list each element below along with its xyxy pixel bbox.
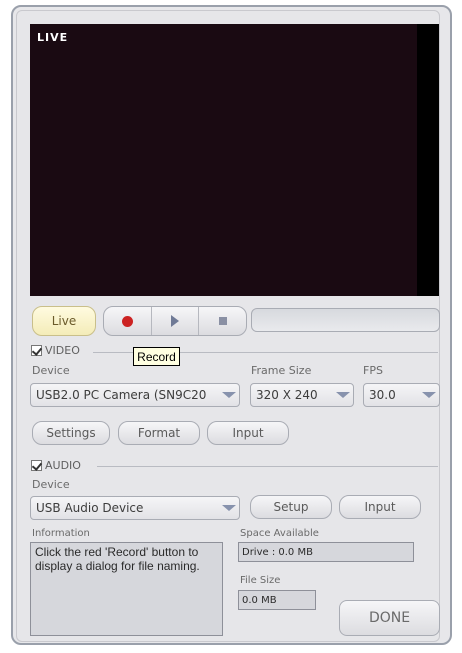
video-section-label: VIDEO [45, 344, 80, 357]
file-size-value: 0.0 MB [238, 590, 316, 610]
audio-input-button[interactable]: Input [339, 495, 421, 519]
audio-device-value: USB Audio Device [36, 501, 144, 515]
frame-size-label: Frame Size [251, 364, 312, 377]
video-preview: LIVE [30, 24, 439, 296]
transport-controls [103, 306, 247, 336]
video-device-value: USB2.0 PC Camera (SN9C20 [36, 388, 207, 402]
video-check-icon [31, 345, 42, 356]
audio-section-label: AUDIO [45, 459, 81, 472]
live-button[interactable]: Live [32, 306, 96, 336]
fps-value: 30.0 [369, 388, 396, 402]
record-icon [121, 315, 133, 327]
play-icon [171, 315, 179, 327]
video-enable-checkbox[interactable]: VIDEO [31, 344, 80, 357]
audio-enable-checkbox[interactable]: AUDIO [31, 459, 81, 472]
audio-device-select[interactable]: USB Audio Device [30, 496, 240, 520]
record-button[interactable] [104, 307, 152, 335]
live-indicator: LIVE [37, 31, 69, 44]
chevron-down-icon [333, 384, 353, 406]
preview-edge-strip [417, 24, 439, 296]
done-button[interactable]: DONE [339, 600, 440, 636]
chevron-down-icon [219, 384, 239, 406]
settings-button[interactable]: Settings [32, 421, 110, 445]
setup-button[interactable]: Setup [250, 495, 332, 519]
file-size-label: File Size [240, 575, 281, 586]
audio-device-label: Device [32, 478, 70, 491]
stop-button[interactable] [199, 307, 246, 335]
audio-separator [97, 466, 438, 467]
format-button[interactable]: Format [118, 421, 200, 445]
audio-check-icon [31, 460, 42, 471]
stop-icon [218, 317, 227, 325]
video-device-label: Device [32, 364, 70, 377]
fps-select[interactable]: 30.0 [363, 383, 440, 407]
space-available-value: Drive : 0.0 MB [238, 542, 414, 562]
frame-size-value: 320 X 240 [256, 388, 318, 402]
information-box: Click the red 'Record' button to display… [30, 542, 223, 636]
frame-size-select[interactable]: 320 X 240 [250, 383, 354, 407]
information-label: Information [32, 528, 90, 539]
status-bar [251, 308, 440, 332]
fps-label: FPS [363, 364, 383, 377]
record-tooltip: Record [133, 347, 180, 366]
video-input-button[interactable]: Input [207, 421, 289, 445]
play-button[interactable] [152, 307, 200, 335]
chevron-down-icon [219, 497, 239, 519]
space-available-label: Space Available [240, 528, 319, 539]
chevron-down-icon [419, 384, 439, 406]
video-device-select[interactable]: USB2.0 PC Camera (SN9C20 [30, 383, 240, 407]
